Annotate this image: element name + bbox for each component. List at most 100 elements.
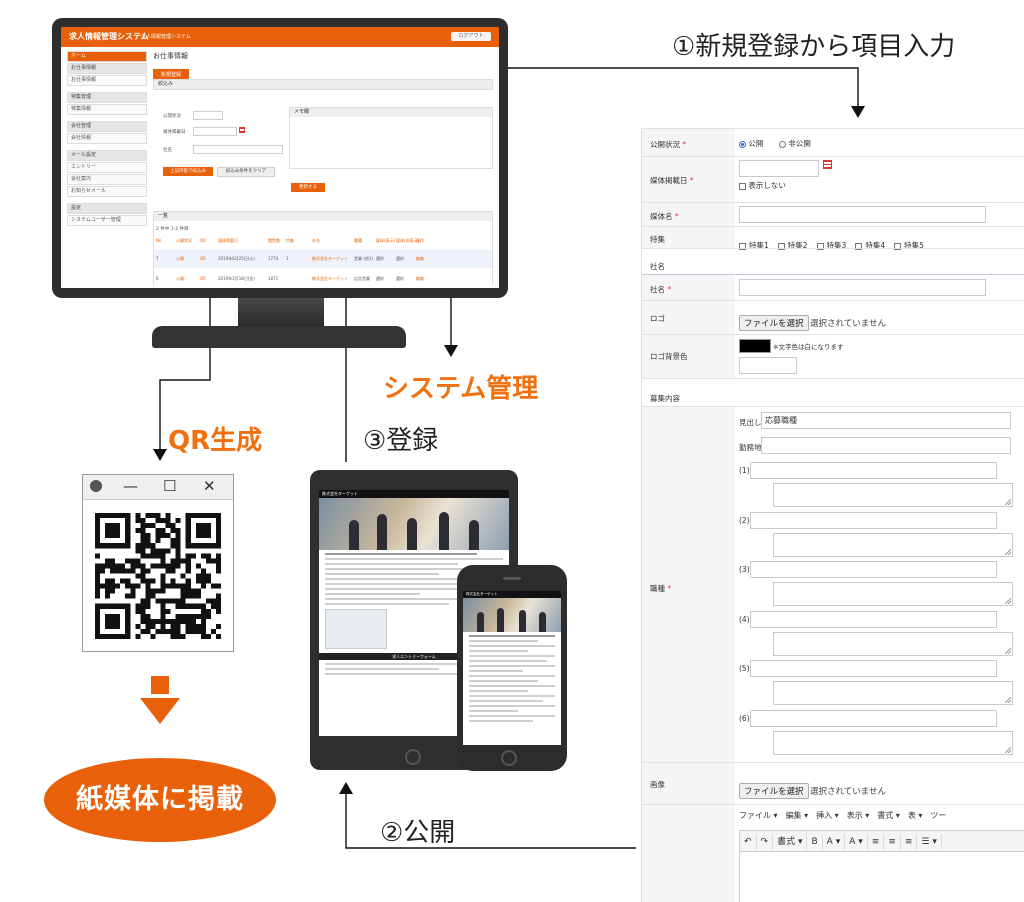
table-header-cell: 操作 xyxy=(416,238,424,243)
editor-menu-item[interactable]: 表示 ▾ xyxy=(847,811,870,820)
table-cell[interactable]: QR xyxy=(200,276,206,281)
job-item-title-input[interactable] xyxy=(750,610,997,628)
job-item-title-input[interactable] xyxy=(750,462,997,479)
table-cell: 営業 (他1) xyxy=(354,256,373,261)
editor-menu-item[interactable]: 書式 ▾ xyxy=(877,811,900,820)
editor-tool-button[interactable]: ☰ ▾ xyxy=(917,834,942,850)
logout-button[interactable]: ログアウト xyxy=(451,32,491,41)
table-header-cell: No. xyxy=(156,238,163,243)
phone-screen: 株式会社ターゲット xyxy=(463,591,561,745)
editor-tool-button[interactable]: ↷ xyxy=(757,834,774,850)
editor-tool-button[interactable]: ↶ xyxy=(740,834,757,850)
editor-menu-item[interactable]: 表 ▾ xyxy=(908,811,923,820)
radio-private-icon[interactable] xyxy=(779,140,786,148)
phone-hero-image xyxy=(463,598,561,632)
checkbox-icon[interactable] xyxy=(739,182,746,190)
sidebar-item[interactable]: お仕事情報 xyxy=(67,75,147,86)
sidebar-item[interactable]: 会社案内 xyxy=(67,174,147,185)
company-input[interactable] xyxy=(739,279,986,296)
close-icon[interactable]: ✕ xyxy=(203,477,216,495)
editor-menu-item[interactable]: 編集 ▾ xyxy=(786,811,809,820)
table-cell[interactable]: QR xyxy=(200,256,206,261)
calendar-icon[interactable] xyxy=(239,127,245,133)
job-item-number: (4) xyxy=(739,614,750,624)
job-item-title-input[interactable] xyxy=(750,561,997,578)
sidebar-item[interactable]: システムユーザー管理 xyxy=(67,215,147,226)
logo-bg-input[interactable] xyxy=(739,357,797,374)
logo-bg-row: ロゴ背景色 ※文字色は白になります xyxy=(642,334,1024,379)
job-item-textarea[interactable] xyxy=(773,483,1013,507)
editor-tool-button[interactable]: ≡ xyxy=(901,834,918,850)
job-item-textarea[interactable] xyxy=(773,681,1013,705)
phone-speaker xyxy=(503,577,521,580)
editor-tool-button[interactable]: A ▾ xyxy=(845,834,868,850)
phone-home-button[interactable] xyxy=(501,750,517,766)
maximize-icon[interactable]: ☐ xyxy=(163,477,176,495)
map-thumbnail xyxy=(325,609,387,649)
editor-tool-button[interactable]: 書式 ▾ xyxy=(773,831,808,850)
sidebar-item[interactable]: エントリー xyxy=(67,162,147,173)
editor-tool-button[interactable]: ≡ xyxy=(884,834,901,850)
clear-button[interactable]: 絞込み条件をクリア xyxy=(217,167,275,177)
filter-date-input[interactable] xyxy=(193,127,237,136)
editor-menu-item[interactable]: 挿入 ▾ xyxy=(816,811,839,820)
image-file-button[interactable]: ファイルを選択 xyxy=(739,783,809,799)
job-item-number: (6) xyxy=(739,713,750,723)
table-cell: 選択 xyxy=(396,276,404,281)
sidebar-item[interactable]: お知らせメール xyxy=(67,186,147,197)
filter-company-input[interactable] xyxy=(193,145,283,154)
media-input[interactable] xyxy=(739,206,986,223)
date-hide-option[interactable]: 表示しない xyxy=(739,180,786,191)
logo-file-button[interactable]: ファイルを選択 xyxy=(739,315,809,331)
table-cell: 選択 xyxy=(376,276,384,281)
table-cell: 広告営業 xyxy=(354,276,370,281)
list-panel: 一覧 2 件中 1-2 件目 No. 公開状況 QR 媒体掲載日 閲覧数 特集 社名 職種 媒体… xyxy=(153,211,493,288)
phone-text-lines xyxy=(463,635,561,722)
editor-body[interactable] xyxy=(739,852,1024,902)
job-item-title-input[interactable] xyxy=(750,660,997,677)
status-private-option[interactable]: 非公開 xyxy=(779,138,811,149)
editor-menu-item[interactable]: ツー xyxy=(930,811,946,820)
editor-menu-item[interactable]: ファイル ▾ xyxy=(739,811,778,820)
job-item-title-input[interactable] xyxy=(750,511,997,529)
qr-window-titlebar: — ☐ ✕ xyxy=(83,475,233,500)
radio-public-icon[interactable] xyxy=(739,140,746,148)
table-header-cell: 媒体(表示) xyxy=(376,238,396,243)
sidebar-item[interactable]: 会社情報 xyxy=(67,133,147,144)
update-button[interactable]: 更新する xyxy=(291,183,325,192)
filter-date-label: 媒体掲載日 xyxy=(163,130,186,135)
app-subtitle: 求人情報管理システム xyxy=(141,34,191,40)
search-button[interactable]: 上記内容で絞込み xyxy=(163,167,213,176)
editor-tool-button[interactable]: A ▾ xyxy=(823,834,846,850)
memo-panel: メモ欄 xyxy=(289,107,493,169)
job-item-title-input[interactable] xyxy=(750,709,997,727)
filter-status-select[interactable] xyxy=(193,111,223,120)
sidebar-item[interactable]: ホーム xyxy=(67,51,147,62)
editor-tool-button[interactable]: ≡ xyxy=(868,834,885,850)
filter-company-label: 社名 xyxy=(163,148,172,153)
table-row[interactable]: 6 公開 QR 2019年3月18日(金) 1871 株式会社ターゲット 広告営業 選択 選択 編… xyxy=(154,270,492,288)
heading-input[interactable]: 応募職種 xyxy=(761,412,1011,429)
date-input[interactable] xyxy=(739,160,819,177)
color-swatch[interactable] xyxy=(739,339,771,353)
minimize-icon[interactable]: — xyxy=(123,477,138,495)
job-item-number: (1) xyxy=(739,466,750,475)
location-input[interactable] xyxy=(761,437,1011,454)
list-title: 一覧 xyxy=(154,212,492,221)
job-item-textarea[interactable] xyxy=(773,532,1013,557)
status-public-option[interactable]: 公開 xyxy=(739,138,763,149)
job-item-textarea[interactable] xyxy=(773,730,1013,755)
company-section-row: 社名 xyxy=(642,248,1024,275)
table-row[interactable]: 7 公開 QR 2019年6月25日(火) 1774 1 株式会社ターゲット 営業 (他1) 選… xyxy=(154,250,492,268)
job-item-textarea[interactable] xyxy=(773,631,1013,656)
table-cell[interactable]: 編集 xyxy=(416,276,424,282)
editor-tool-button[interactable]: B xyxy=(807,834,823,850)
calendar-icon[interactable] xyxy=(823,160,832,169)
media-row: 媒体名 * xyxy=(642,202,1024,227)
job-item-textarea[interactable] xyxy=(773,582,1013,606)
table-cell[interactable]: 編集 xyxy=(416,256,424,262)
tablet-home-button[interactable] xyxy=(405,749,421,765)
recruit-section-row: 募集内容 xyxy=(642,378,1024,407)
sidebar-item[interactable]: 特集情報 xyxy=(67,104,147,115)
filter-status-label: 公開状況 xyxy=(163,114,181,119)
